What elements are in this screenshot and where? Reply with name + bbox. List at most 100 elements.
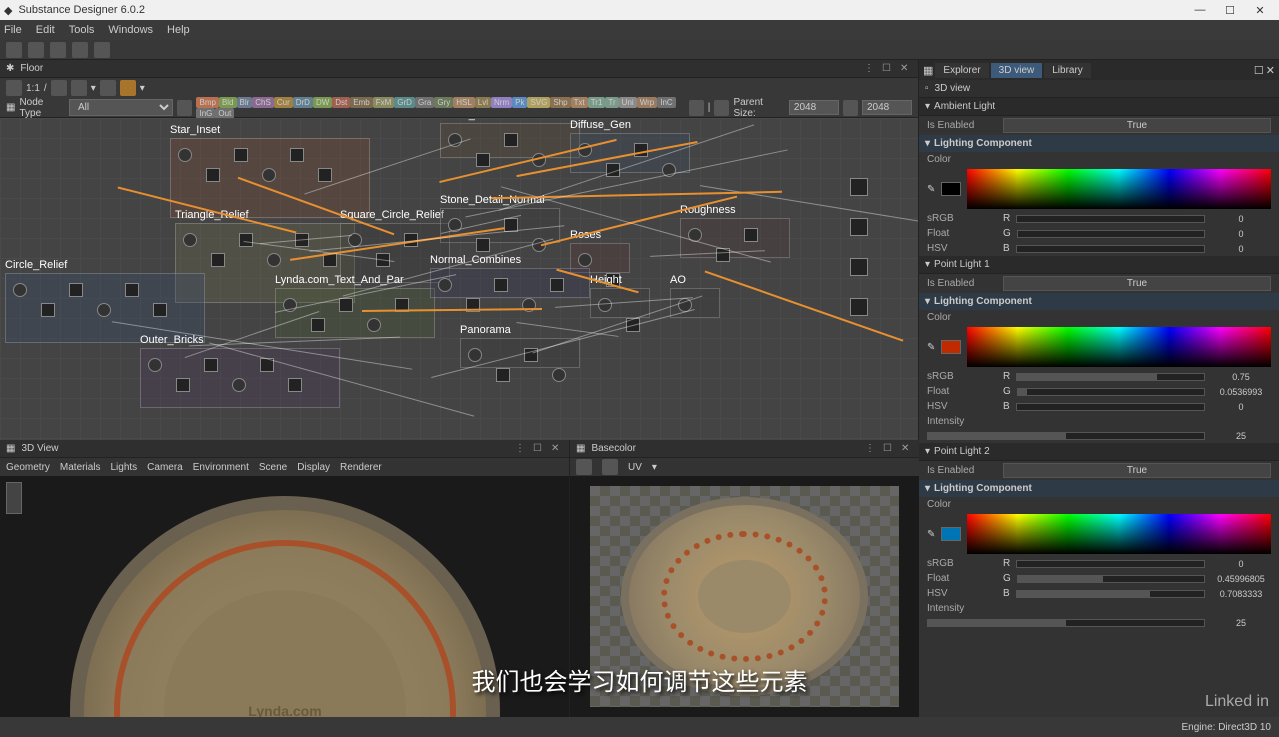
redo-icon[interactable] (94, 42, 110, 58)
eyedropper-icon[interactable]: ✎ (927, 529, 935, 540)
graph-node[interactable] (524, 348, 538, 362)
paint-icon[interactable] (120, 80, 136, 96)
chip-bmp[interactable]: Bmp (196, 97, 218, 108)
3dview-menu-display[interactable]: Display (297, 462, 330, 473)
graph-node[interactable] (339, 298, 353, 312)
graph-node[interactable] (311, 318, 325, 332)
chip-drd[interactable]: DrD (293, 97, 313, 108)
graph-node[interactable] (97, 303, 111, 317)
point1-enabled-button[interactable]: True (1003, 276, 1271, 291)
link-icon[interactable] (100, 80, 116, 96)
chip-txt[interactable]: Txt (571, 97, 588, 108)
point2-intensity-slider[interactable] (927, 619, 1205, 627)
graph-node[interactable] (290, 148, 304, 162)
point2-lighting-section[interactable]: ▾ Lighting Component (919, 480, 1279, 497)
chip-bld[interactable]: Bld (219, 97, 237, 108)
chip-gra[interactable]: Gra (415, 97, 434, 108)
graph-node[interactable] (404, 233, 418, 247)
point1-color-picker[interactable] (967, 327, 1271, 367)
point2-g-slider[interactable] (1017, 575, 1205, 583)
graph-node[interactable] (494, 278, 508, 292)
graph-node[interactable] (496, 368, 510, 382)
panel-menu-icon[interactable]: ⋮ (515, 443, 527, 455)
graph-node[interactable] (504, 218, 518, 232)
point1-g-slider[interactable] (1017, 388, 1205, 396)
point2-color-picker[interactable] (967, 514, 1271, 554)
open-icon[interactable] (28, 42, 44, 58)
graph-node[interactable] (626, 318, 640, 332)
chip-uni[interactable]: Uni (619, 97, 637, 108)
3dview-menu-geometry[interactable]: Geometry (6, 462, 50, 473)
graph-node[interactable] (532, 238, 546, 252)
point2-enabled-button[interactable]: True (1003, 463, 1271, 478)
chip-out[interactable]: Out (215, 108, 234, 119)
graph-node[interactable] (148, 358, 162, 372)
dropdown-arrow-icon[interactable]: ▾ (91, 83, 96, 94)
parent-size-h[interactable] (862, 100, 912, 115)
filter-icon[interactable]: ▦ (6, 102, 15, 113)
menu-help[interactable]: Help (167, 24, 190, 36)
nodetype-select[interactable]: All (69, 99, 173, 116)
graph-node[interactable] (522, 298, 536, 312)
graph-node[interactable] (323, 253, 337, 267)
graph-node[interactable] (550, 278, 564, 292)
graph-node[interactable] (532, 153, 546, 167)
ambient-b-slider[interactable] (1016, 245, 1205, 253)
new-icon[interactable] (6, 42, 22, 58)
menu-file[interactable]: File (4, 24, 22, 36)
graph-node[interactable] (376, 253, 390, 267)
panel-maximize-icon[interactable]: ☐ (883, 443, 895, 455)
tab-library[interactable]: Library (1044, 63, 1091, 78)
tool-icon[interactable] (6, 80, 22, 96)
3dview-menu-lights[interactable]: Lights (110, 462, 137, 473)
eyedropper-icon[interactable]: ✎ (927, 342, 935, 353)
panel-maximize-icon[interactable]: ☐ (882, 63, 894, 75)
output-node[interactable] (850, 298, 868, 316)
graph-node[interactable] (578, 143, 592, 157)
graph-tab-label[interactable]: Floor (20, 63, 43, 74)
ambient-g-slider[interactable] (1017, 230, 1205, 238)
align-icon[interactable] (71, 80, 87, 96)
menu-windows[interactable]: Windows (108, 24, 153, 36)
tab-3dview[interactable]: 3D view (991, 63, 1043, 78)
chip-inc[interactable]: InC (657, 97, 675, 108)
eyedropper-icon[interactable]: ✎ (927, 184, 935, 195)
dropdown-arrow-icon-2[interactable]: ▾ (140, 83, 145, 94)
point2-r-slider[interactable] (1016, 560, 1205, 568)
graph-node[interactable] (267, 253, 281, 267)
3dview-menu-environment[interactable]: Environment (193, 462, 249, 473)
chip-blr[interactable]: Blr (237, 97, 253, 108)
graph-node[interactable] (232, 378, 246, 392)
viewport-tool-icon[interactable] (6, 482, 22, 514)
chip-tr[interactable]: Tr (605, 97, 618, 108)
chip-shp[interactable]: Shp (550, 97, 570, 108)
graph-node[interactable] (283, 298, 297, 312)
3dview-menu-materials[interactable]: Materials (60, 462, 101, 473)
save-icon[interactable] (50, 42, 66, 58)
3dview-menu-renderer[interactable]: Renderer (340, 462, 382, 473)
chip-tr1[interactable]: Tr1 (588, 97, 606, 108)
graph-node[interactable] (367, 318, 381, 332)
refresh-icon[interactable] (714, 100, 729, 116)
pin-icon[interactable]: ✱ (6, 63, 14, 74)
graph-node[interactable] (206, 168, 220, 182)
panel-close-icon[interactable]: ✕ (900, 63, 912, 75)
graph-node[interactable] (688, 228, 702, 242)
graph-node[interactable] (178, 148, 192, 162)
section-point1[interactable]: ▾ Point Light 1 (919, 256, 1279, 274)
panel-close-icon[interactable]: ✕ (1266, 64, 1275, 77)
chip-cur[interactable]: Cur (274, 97, 293, 108)
ambient-enabled-button[interactable]: True (1003, 118, 1271, 133)
graph-node[interactable] (260, 358, 274, 372)
ambient-r-slider[interactable] (1016, 215, 1205, 223)
chip-emb[interactable]: Emb (350, 97, 372, 108)
bc-tool-icon2[interactable] (602, 459, 618, 475)
graph-node[interactable] (262, 168, 276, 182)
graph-node[interactable] (448, 218, 462, 232)
point1-b-slider[interactable] (1016, 403, 1205, 411)
3dview-menu-scene[interactable]: Scene (259, 462, 287, 473)
graph-node[interactable] (295, 233, 309, 247)
graph-canvas[interactable]: Star_InsetTriangle_ReliefCircle_ReliefOu… (0, 118, 918, 440)
point1-color-swatch[interactable] (941, 340, 961, 354)
point1-r-slider[interactable] (1016, 373, 1205, 381)
